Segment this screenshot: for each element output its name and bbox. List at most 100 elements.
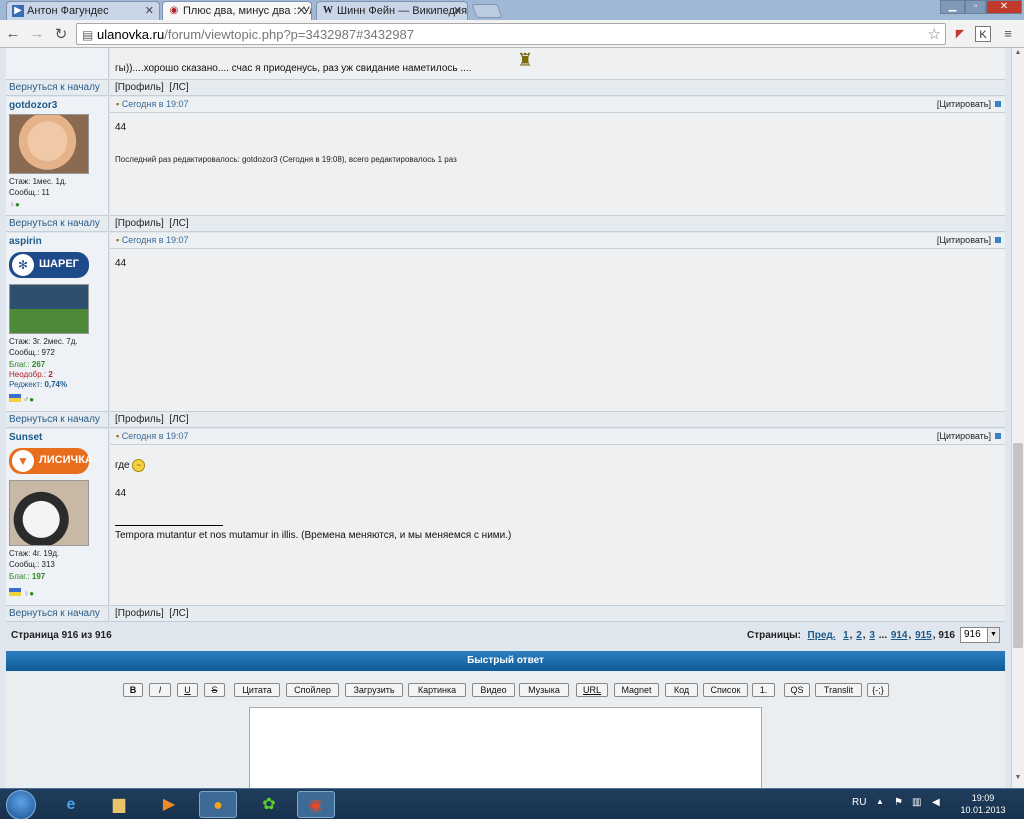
language-indicator[interactable]: RU	[852, 797, 866, 808]
music-button[interactable]: Музыка	[519, 683, 569, 697]
quote-button[interactable]: [Цитировать]	[937, 431, 1001, 441]
window-close-button[interactable]: ✕	[986, 0, 1022, 14]
translit-button[interactable]: Translit	[815, 683, 862, 697]
scrollbar-thumb[interactable]	[1013, 443, 1023, 648]
upload-button[interactable]: Загрузить	[345, 683, 403, 697]
forward-arrow-icon[interactable]: →	[28, 25, 46, 42]
page-link-1[interactable]: 1	[843, 630, 849, 641]
page-link-3[interactable]: 3	[869, 630, 875, 641]
windows-taskbar: e ▆ ▶ ● ✿ ◉ RU ▲ ⚑ ▥ ◀ 19:09 10.01.2013	[0, 788, 1024, 819]
user-stat-unlikes: Неодобр.: 2	[9, 370, 53, 379]
code-button[interactable]: Код	[665, 683, 698, 697]
bold-button[interactable]: B	[123, 683, 143, 697]
address-bar[interactable]: ▤ ulanovka.ru/forum/viewtopic.php?p=3432…	[76, 23, 946, 45]
quick-reply-title: Быстрый ответ	[467, 655, 544, 666]
media-player-icon[interactable]: ▶	[150, 791, 188, 818]
magnet-button[interactable]: Magnet	[614, 683, 659, 697]
username[interactable]: Sunset	[9, 432, 42, 443]
back-to-top-link[interactable]: Вернуться к началу	[9, 414, 100, 425]
quote-format-button[interactable]: Цитата	[234, 683, 280, 697]
avatar[interactable]	[9, 114, 89, 174]
close-icon[interactable]: ✕	[453, 4, 462, 17]
page-scrollbar[interactable]: ▲ ▼	[1011, 48, 1024, 788]
new-tab-button[interactable]	[471, 4, 503, 18]
folder-icon[interactable]: ▆	[100, 791, 138, 818]
post-date-text: Сегодня в 19:07	[121, 235, 189, 245]
prev-page-link[interactable]: Пред.	[808, 630, 836, 641]
quote-button[interactable]: [Цитировать]	[937, 99, 1001, 109]
back-arrow-icon[interactable]: ←	[4, 25, 22, 42]
profile-link[interactable]: [Профиль]	[115, 414, 164, 425]
reply-textarea[interactable]	[249, 707, 762, 788]
image-button[interactable]: Картинка	[408, 683, 466, 697]
start-button[interactable]	[6, 790, 36, 819]
extension-k-icon[interactable]: K	[975, 26, 991, 42]
tab-anton[interactable]: ▶ Антон Фагундес ✕	[6, 1, 160, 20]
post-text-where: где	[115, 460, 130, 472]
post-date[interactable]: ▪ Сегодня в 19:07	[116, 431, 189, 441]
page-link-2[interactable]: 2	[856, 630, 862, 641]
tray-expand-icon[interactable]: ▲	[876, 797, 884, 806]
underline-button[interactable]: U	[177, 683, 198, 697]
previous-post-body: гы))....хорошо сказано.... счас я приоде…	[110, 48, 1005, 79]
qs-button[interactable]: QS	[784, 683, 810, 697]
scroll-down-icon[interactable]: ▼	[1012, 774, 1024, 786]
extension-red-icon[interactable]: ◤	[952, 26, 968, 42]
close-icon[interactable]: ✕	[145, 4, 154, 17]
close-icon[interactable]: ✕	[297, 4, 306, 17]
edit-note: Последний раз редактировалось: gotdozor3…	[115, 155, 457, 164]
reload-icon[interactable]: ↻	[52, 25, 70, 43]
post-date[interactable]: ▪ Сегодня в 19:07	[116, 235, 189, 245]
numbered-list-button[interactable]: 1.	[752, 683, 775, 697]
page-link-915[interactable]: 915	[915, 630, 932, 641]
pm-link[interactable]: [ЛС]	[169, 414, 188, 425]
pm-link[interactable]: [ЛС]	[169, 82, 188, 93]
profile-link[interactable]: [Профиль]	[115, 218, 164, 229]
network-icon[interactable]: ▥	[912, 797, 921, 808]
orange-app-icon[interactable]: ●	[199, 791, 237, 818]
internet-explorer-icon[interactable]: e	[52, 791, 90, 818]
tab-wikipedia[interactable]: W Шинн Фейн — Википедия ✕	[316, 1, 468, 20]
flag-icon[interactable]: ⚑	[894, 797, 903, 808]
system-clock[interactable]: 19:09 10.01.2013	[958, 792, 1008, 816]
username[interactable]: aspirin	[9, 236, 42, 247]
scroll-up-icon[interactable]: ▲	[1012, 49, 1024, 61]
minimize-button[interactable]: ▁	[940, 0, 965, 14]
avatar[interactable]	[9, 480, 89, 546]
back-to-top-link[interactable]: Вернуться к началу	[9, 218, 100, 229]
nav-cell: Вернуться к началу	[6, 605, 109, 622]
username[interactable]: gotdozor3	[9, 100, 57, 111]
italic-button[interactable]: I	[149, 683, 171, 697]
tab-forum[interactable]: ◉ Плюс два, минус два :: Ул ✕	[162, 1, 312, 20]
avatar[interactable]	[9, 284, 89, 334]
icq-flower-icon[interactable]: ✿	[250, 791, 288, 818]
pm-link[interactable]: [ЛС]	[169, 608, 188, 619]
browser-tab-strip: ▶ Антон Фагундес ✕ ◉ Плюс два, минус два…	[0, 0, 1024, 20]
url-button[interactable]: URL	[576, 683, 608, 697]
page-link-914[interactable]: 914	[891, 630, 908, 641]
profile-link[interactable]: [Профиль]	[115, 608, 164, 619]
quote-button[interactable]: [Цитировать]	[937, 235, 1001, 245]
bookmark-star-icon[interactable]: ☆	[928, 25, 941, 43]
spoiler-button[interactable]: Спойлер	[286, 683, 339, 697]
page-select[interactable]: 916 ▼	[960, 627, 1000, 643]
video-button[interactable]: Видео	[472, 683, 515, 697]
ratio-label: Реджект:	[9, 380, 43, 389]
profile-link[interactable]: [Профиль]	[115, 82, 164, 93]
menu-icon[interactable]: ≡	[1000, 26, 1016, 42]
profile-links: [Профиль] [ЛС]	[115, 82, 189, 93]
pm-link[interactable]: [ЛС]	[169, 218, 188, 229]
smilies-button[interactable]: {-;}	[867, 683, 889, 697]
back-to-top-link[interactable]: Вернуться к началу	[9, 82, 100, 93]
nav-links-cell: [Профиль] [ЛС]	[110, 215, 1005, 232]
chrome-icon[interactable]: ◉	[297, 791, 335, 818]
post-date[interactable]: ▪ Сегодня в 19:07	[116, 99, 189, 109]
maximize-button[interactable]: ▫	[965, 0, 986, 14]
signature-divider	[115, 525, 223, 526]
back-to-top-link[interactable]: Вернуться к началу	[9, 608, 100, 619]
strike-button[interactable]: S	[204, 683, 225, 697]
thanks-label: Благ.:	[9, 360, 30, 369]
list-button[interactable]: Список	[703, 683, 748, 697]
user-stat-posts: Сообщ.: 313	[9, 560, 55, 569]
volume-icon[interactable]: ◀	[932, 797, 940, 808]
